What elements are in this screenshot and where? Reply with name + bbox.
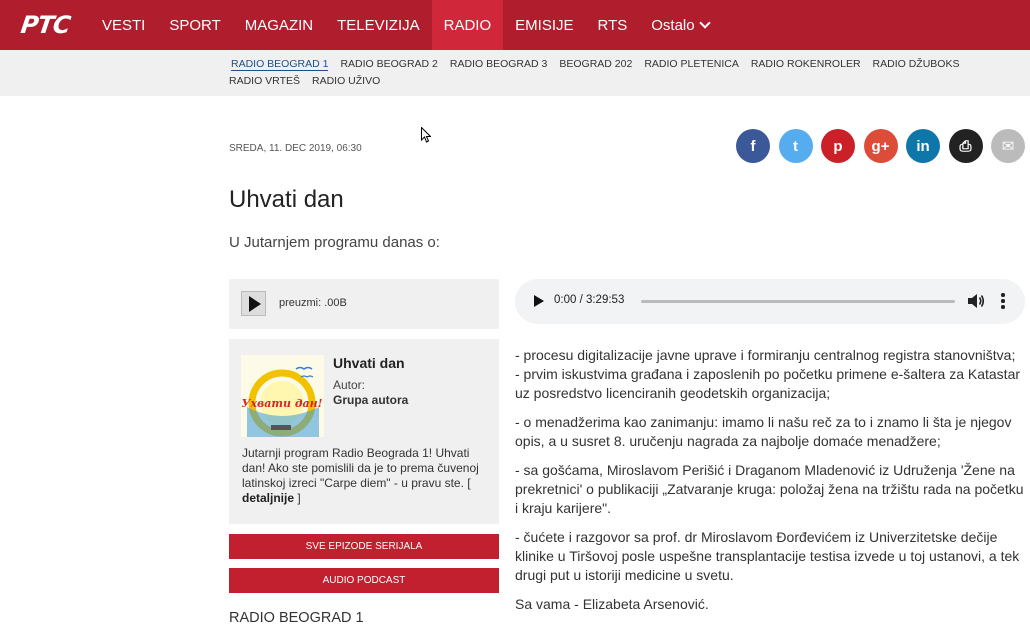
- article-paragraph: - sa gošćama, Miroslavom Perišić i Draga…: [515, 462, 1024, 516]
- nav-item-televizija[interactable]: TELEVIZIJA: [325, 0, 432, 50]
- nav-item-rts[interactable]: RTS: [586, 0, 640, 50]
- pinterest-icon: p: [833, 137, 843, 155]
- radio-subnav: RADIO BEOGRAD 1 RADIO BEOGRAD 2 RADIO BE…: [0, 50, 1030, 96]
- subnav-item-radio-beograd-2[interactable]: RADIO BEOGRAD 2: [340, 57, 437, 71]
- nav-item-ostalo[interactable]: Ostalo: [639, 0, 720, 50]
- show-logo-lettering: Ухвати дан!: [242, 397, 323, 410]
- rts-logo[interactable]: РТС: [0, 0, 90, 50]
- facebook-share-button[interactable]: f: [736, 129, 770, 163]
- article-paragraph: - o menadžerima kao zanimanju: imamo li …: [515, 414, 1012, 449]
- show-info-box: Ухвати дан! Uhvati dan Autor: Grupa auto…: [229, 339, 499, 524]
- logo-text: РТС: [18, 11, 72, 39]
- print-share-button[interactable]: ⎙: [948, 129, 983, 163]
- google-plus-icon: g+: [871, 137, 890, 155]
- twitter-icon: t: [793, 137, 798, 155]
- audio-time: 0:00 / 3:29:53: [554, 294, 625, 306]
- play-icon: [249, 295, 261, 312]
- google-plus-share-button[interactable]: g+: [863, 129, 898, 163]
- play-button[interactable]: [241, 291, 266, 316]
- audio-progress-track[interactable]: [641, 300, 955, 303]
- author-label: Autor:: [333, 378, 366, 392]
- subnav-item-beograd-202[interactable]: BEOGRAD 202: [559, 57, 632, 71]
- chevron-down-icon: [698, 16, 711, 29]
- nav-item-magazin[interactable]: MAGAZIN: [233, 0, 325, 50]
- nav-item-radio[interactable]: RADIO: [431, 0, 504, 50]
- show-logo-image: Ухвати дан!: [241, 355, 324, 437]
- download-link[interactable]: preuzmi: .00B: [279, 297, 347, 309]
- subnav-item-radio-dzuboks[interactable]: RADIO DŽUBOKS: [873, 57, 960, 71]
- subnav-item-radio-rokenroler[interactable]: RADIO ROKENROLER: [751, 57, 861, 71]
- facebook-icon: f: [750, 137, 756, 155]
- page-title: Uhvati dan: [229, 186, 344, 213]
- nav-item-vesti[interactable]: VESTI: [90, 0, 157, 50]
- download-player-box: preuzmi: .00B: [229, 279, 499, 329]
- all-episodes-button[interactable]: SVE EPIZODE SERIJALA: [229, 534, 499, 559]
- author-name: Grupa autora: [333, 393, 409, 407]
- mouse-cursor-icon: [421, 127, 431, 143]
- show-description-text: Jutarnji program Radio Beograda 1! Uhvat…: [242, 446, 479, 490]
- share-bar: f t p g+ in ⎙ ✉: [736, 129, 1025, 163]
- details-link[interactable]: detaljnije: [242, 491, 294, 505]
- nav-item-emisije[interactable]: EMISIJE: [503, 0, 585, 50]
- audio-podcast-button[interactable]: AUDIO PODCAST: [229, 568, 499, 593]
- more-options-icon[interactable]: [1001, 293, 1005, 309]
- subnav-item-radio-beograd-3[interactable]: RADIO BEOGRAD 3: [450, 57, 547, 71]
- article-paragraph: - prvim iskustvima građana i zaposlenih …: [515, 366, 1021, 401]
- audio-play-button[interactable]: [534, 295, 544, 307]
- article-date: SREDA, 11. DEC 2019, 06:30: [229, 143, 362, 154]
- email-icon: ✉: [1001, 138, 1015, 155]
- subnav-item-radio-vrtes[interactable]: RADIO VRTEŠ: [229, 74, 300, 88]
- volume-icon[interactable]: [967, 293, 985, 309]
- subnav-item-radio-pletenica[interactable]: RADIO PLETENICA: [644, 57, 739, 71]
- article-lead: U Jutarnjem programu danas o:: [229, 234, 440, 251]
- linkedin-share-button[interactable]: in: [906, 129, 940, 163]
- twitter-share-button[interactable]: t: [778, 129, 813, 163]
- subnav-item-radio-uzivo[interactable]: RADIO UŽIVO: [312, 74, 380, 88]
- pinterest-share-button[interactable]: p: [821, 129, 855, 163]
- article-paragraph: - čućete i razgovor sa prof. dr Miroslav…: [515, 529, 1020, 583]
- show-title[interactable]: Uhvati dan: [333, 355, 405, 371]
- article-body: - procesu digitalizacije javne uprave i …: [515, 346, 1025, 624]
- show-description: Jutarnji program Radio Beograda 1! Uhvat…: [242, 446, 492, 506]
- ostalo-label: Ostalo: [651, 16, 695, 34]
- show-thumbnail[interactable]: Ухвати дан!: [241, 355, 324, 437]
- section-label: RADIO BEOGRAD 1: [229, 610, 364, 626]
- audio-player: 0:00 / 3:29:53: [515, 279, 1025, 324]
- linkedin-icon: in: [916, 137, 930, 155]
- article-paragraph: - procesu digitalizacije javne uprave i …: [515, 347, 1016, 363]
- show-description-end: ]: [294, 491, 301, 505]
- nav-item-sport[interactable]: SPORT: [157, 0, 232, 50]
- top-navigation: РТС VESTI SPORT MAGAZIN TELEVIZIJA RADIO…: [0, 0, 1030, 50]
- subnav-item-radio-beograd-1[interactable]: RADIO BEOGRAD 1: [231, 57, 329, 71]
- email-share-button[interactable]: ✉: [991, 129, 1025, 163]
- print-icon: ⎙: [959, 137, 972, 155]
- article-paragraph: Sa vama - Elizabeta Arsenović.: [515, 596, 709, 612]
